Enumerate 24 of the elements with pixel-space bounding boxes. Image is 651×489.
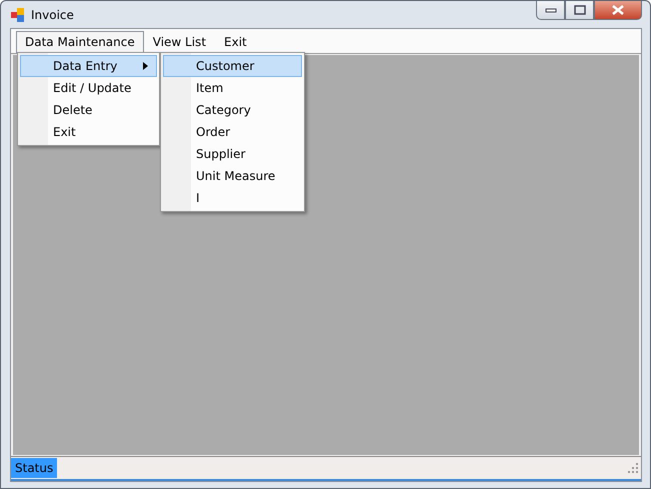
close-icon <box>611 5 625 15</box>
window-title: Invoice <box>31 8 74 22</box>
menu-item[interactable]: Category <box>163 99 302 121</box>
close-button[interactable] <box>594 1 642 20</box>
menu-item[interactable]: Order <box>163 121 302 143</box>
menu-item[interactable]: Edit / Update <box>20 77 157 99</box>
menu-item[interactable]: Delete <box>20 99 157 121</box>
menu-item[interactable]: Data Entry <box>20 55 157 77</box>
menu-item[interactable]: Exit <box>20 121 157 143</box>
menu-item[interactable]: Unit Measure <box>163 165 302 187</box>
menu-item[interactable]: View List <box>144 31 216 53</box>
status-text: Status <box>11 458 58 478</box>
menu-item[interactable]: Item <box>163 77 302 99</box>
menu-item[interactable]: Exit <box>215 31 256 53</box>
menu-item[interactable]: Supplier <box>163 143 302 165</box>
menu-item[interactable]: Customer <box>163 55 302 77</box>
minimize-button[interactable] <box>536 1 565 20</box>
minimize-icon <box>544 7 556 13</box>
maximize-button[interactable] <box>565 1 594 20</box>
resize-grip-icon <box>628 463 638 473</box>
menu-item[interactable]: I <box>163 187 302 209</box>
maximize-icon <box>574 5 586 15</box>
app-icon <box>11 8 25 22</box>
menu-item[interactable]: Data Maintenance <box>16 31 144 53</box>
